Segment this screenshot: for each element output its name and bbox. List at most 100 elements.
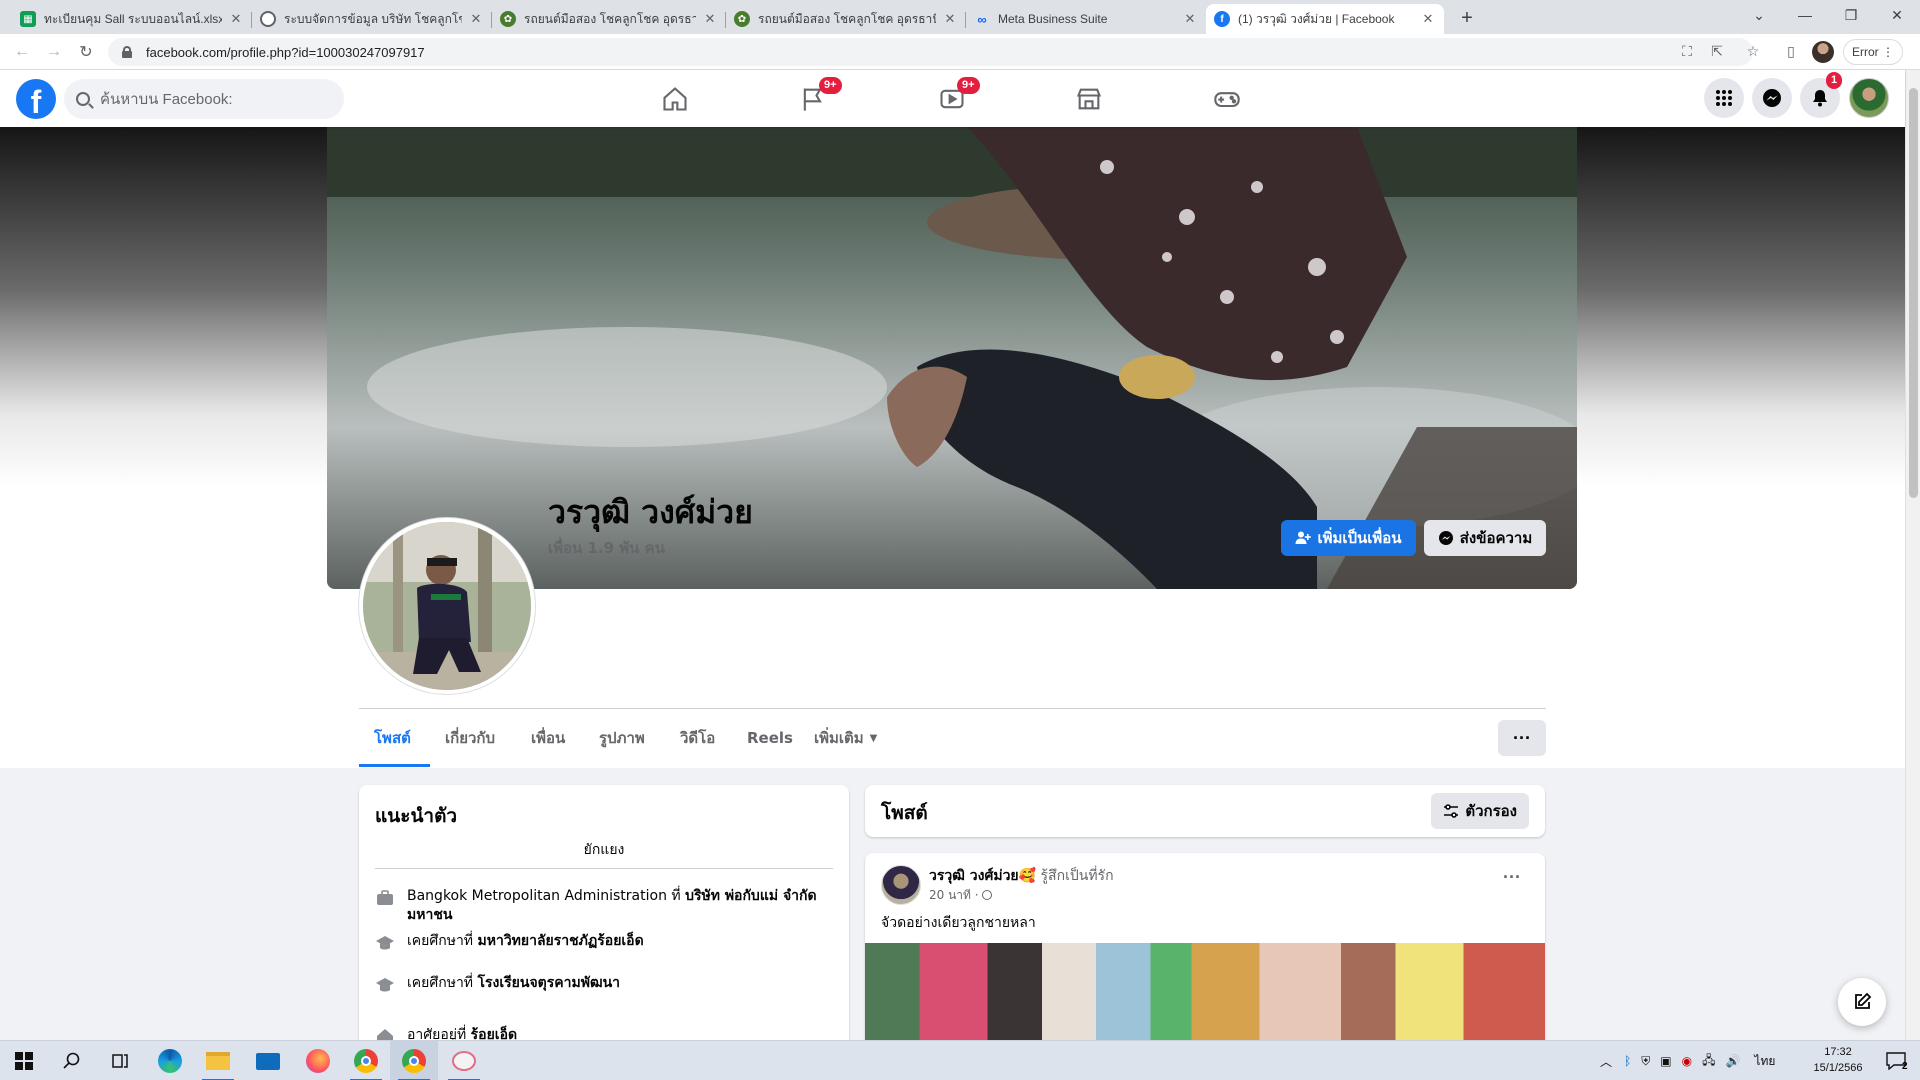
post-author-avatar[interactable]	[881, 865, 921, 905]
network-icon[interactable]: 🖧	[1702, 1051, 1715, 1072]
tab-posts[interactable]: โพสต์	[374, 716, 411, 760]
tab-about[interactable]: เกี่ยวกับ	[445, 716, 495, 760]
browser-tab[interactable]: ✿ รถยนต์มือสอง โชคลูกโชค อุดรธานี ✕	[492, 4, 726, 34]
pages-nav-button[interactable]: 9+	[758, 70, 868, 127]
chrome-profile-avatar[interactable]	[1812, 41, 1834, 63]
security-shield-icon[interactable]: ⛨	[1641, 1054, 1650, 1069]
file-explorer-taskbar-button[interactable]	[194, 1041, 242, 1080]
facebook-logo[interactable]: f	[16, 79, 56, 119]
post-image[interactable]	[865, 943, 1545, 1053]
post-options-icon[interactable]: ···	[1503, 867, 1521, 888]
tab-more[interactable]: เพิ่มเติม ▼	[814, 716, 877, 760]
bookmark-star-icon[interactable]: ☆	[1744, 42, 1762, 60]
browser-tab[interactable]: ∞ Meta Business Suite ✕	[966, 4, 1206, 34]
search-icon	[76, 92, 90, 106]
close-tab-icon[interactable]: ✕	[1182, 11, 1198, 27]
profile-more-options-button[interactable]: ···	[1498, 720, 1546, 756]
search-button[interactable]	[48, 1041, 96, 1080]
new-message-button[interactable]	[1838, 978, 1886, 1026]
add-friend-button[interactable]: เพิ่มเป็นเพื่อน	[1281, 520, 1416, 556]
watch-nav-button[interactable]: 9+	[897, 70, 1007, 127]
task-view-button[interactable]	[96, 1041, 144, 1080]
tab-videos[interactable]: วิดีโอ	[680, 716, 715, 760]
browser-tab-active[interactable]: f (1) วรวุฒิ วงศ์ม่วย | Facebook ✕	[1206, 4, 1444, 34]
notification-center-button[interactable]: 2	[1872, 1041, 1920, 1080]
browser-tab-strip: ▦ ทะเบียนคุม Sall ระบบออนไลน์.xlsx - Go …	[0, 0, 1920, 34]
close-tab-icon[interactable]: ✕	[1420, 11, 1436, 27]
firefox-taskbar-button[interactable]	[294, 1041, 342, 1080]
windows-logo-icon	[15, 1052, 33, 1070]
share-icon[interactable]: ⇱	[1708, 42, 1726, 60]
error-button[interactable]: Error ⋮	[1843, 39, 1903, 65]
intro-row-link[interactable]: โรงเรียนจตุรคามพัฒนา	[478, 975, 621, 991]
menu-grid-button[interactable]	[1704, 78, 1744, 118]
post-author-name[interactable]: วรวุฒิ วงศ์ม่วย	[929, 868, 1019, 884]
windows-taskbar: ︿ ᛒ ⛨ ▣ ◉ 🖧 🔊 ไทย 17:32 15/1/2566 2	[0, 1040, 1920, 1080]
bluetooth-icon[interactable]: ᛒ	[1624, 1054, 1631, 1068]
intro-work-row: Bangkok Metropolitan Administration ที่ …	[375, 887, 835, 925]
app-tray-icon[interactable]: ▣	[1660, 1054, 1671, 1068]
profile-header: วรวุฒิ วงศ์ม่วย เพื่อน 1.9 พัน คน เพิ่มเ…	[0, 127, 1905, 768]
home-nav-button[interactable]	[620, 70, 730, 127]
close-tab-icon[interactable]: ✕	[942, 11, 958, 27]
browser-tab[interactable]: ระบบจัดการข้อมูล บริษัท โชคลูกโชค อ ✕	[252, 4, 492, 34]
start-button[interactable]	[0, 1041, 48, 1080]
friend-count[interactable]: เพื่อน 1.9 พัน คน	[548, 536, 665, 560]
close-tab-icon[interactable]: ✕	[468, 11, 484, 27]
volume-icon[interactable]: 🔊	[1725, 1054, 1740, 1068]
filter-sliders-icon	[1444, 804, 1459, 818]
chrome-profile-taskbar-button[interactable]	[390, 1041, 438, 1080]
gaming-nav-button[interactable]	[1172, 70, 1282, 127]
close-window-button[interactable]: ✕	[1874, 0, 1920, 30]
recording-icon[interactable]: ◉	[1682, 1054, 1692, 1068]
pages-badge: 9+	[819, 77, 842, 94]
address-bar[interactable]: facebook.com/profile.php?id=100030247097…	[108, 38, 1753, 66]
intro-row-link[interactable]: มหาวิทยาลัยราชภัฏร้อยเอ็ด	[478, 933, 644, 949]
intro-title: แนะนำตัว	[375, 805, 458, 827]
profile-picture[interactable]	[359, 518, 535, 694]
close-tab-icon[interactable]: ✕	[228, 11, 244, 27]
add-person-icon	[1295, 531, 1312, 544]
tab-search-icon[interactable]: ⌄	[1736, 0, 1782, 30]
reload-icon[interactable]: ↻	[74, 40, 98, 64]
side-panel-icon[interactable]: ▯	[1782, 42, 1800, 60]
scrollbar-thumb[interactable]	[1909, 88, 1918, 498]
tab-photos[interactable]: รูปภาพ	[599, 716, 645, 760]
page-scrollbar[interactable]	[1905, 70, 1920, 1040]
home-icon	[663, 86, 687, 111]
browser-tab[interactable]: ▦ ทะเบียนคุม Sall ระบบออนไลน์.xlsx - Go …	[12, 4, 252, 34]
minimize-button[interactable]: —	[1782, 0, 1828, 30]
tab-title: ระบบจัดการข้อมูล บริษัท โชคลูกโชค อ	[284, 11, 462, 26]
paint-taskbar-button[interactable]	[440, 1041, 488, 1080]
facebook-navbar: f ค้นหาบน Facebook: 9+ 9+ 1	[0, 70, 1905, 127]
edge-taskbar-button[interactable]	[146, 1041, 194, 1080]
forward-icon[interactable]: →	[42, 40, 66, 64]
account-avatar[interactable]	[1849, 78, 1889, 118]
send-message-button[interactable]: ส่งข้อความ	[1424, 520, 1546, 556]
mail-taskbar-button[interactable]	[244, 1041, 292, 1080]
post-timestamp[interactable]: 20 นาที ·	[929, 886, 993, 905]
tab-title: (1) วรวุฒิ วงศ์ม่วย | Facebook	[1238, 11, 1395, 26]
facebook-search-input[interactable]: ค้นหาบน Facebook:	[64, 79, 344, 119]
restore-button[interactable]: ❐	[1828, 0, 1874, 30]
close-tab-icon[interactable]: ✕	[702, 11, 718, 27]
messenger-button[interactable]	[1752, 78, 1792, 118]
new-tab-button[interactable]: +	[1455, 6, 1479, 30]
chrome-taskbar-button[interactable]	[342, 1041, 390, 1080]
taskbar-clock[interactable]: 17:32 15/1/2566	[1808, 1044, 1868, 1076]
intro-row-prefix: Bangkok Metropolitan Administration ที่	[407, 888, 686, 904]
show-hidden-icons-chevron[interactable]: ︿	[1600, 1053, 1612, 1070]
post-time: 20 นาที ·	[929, 888, 979, 902]
translate-icon[interactable]: ⛶	[1678, 42, 1696, 60]
language-indicator[interactable]: ไทย	[1754, 1052, 1775, 1071]
back-icon[interactable]: ←	[10, 40, 34, 64]
search-placeholder: ค้นหาบน Facebook:	[100, 91, 233, 108]
marketplace-nav-button[interactable]	[1034, 70, 1144, 127]
browser-tab[interactable]: ✿ รถยนต์มือสอง โชคลูกโชค อุดรธานี ✕	[726, 4, 966, 34]
notifications-button[interactable]: 1	[1800, 72, 1843, 118]
clock-time: 17:32	[1824, 1046, 1852, 1058]
filter-button[interactable]: ตัวกรอง	[1431, 793, 1529, 829]
tab-friends[interactable]: เพื่อน	[531, 716, 565, 760]
meta-icon: ∞	[977, 11, 987, 27]
tab-reels[interactable]: Reels	[747, 716, 793, 760]
